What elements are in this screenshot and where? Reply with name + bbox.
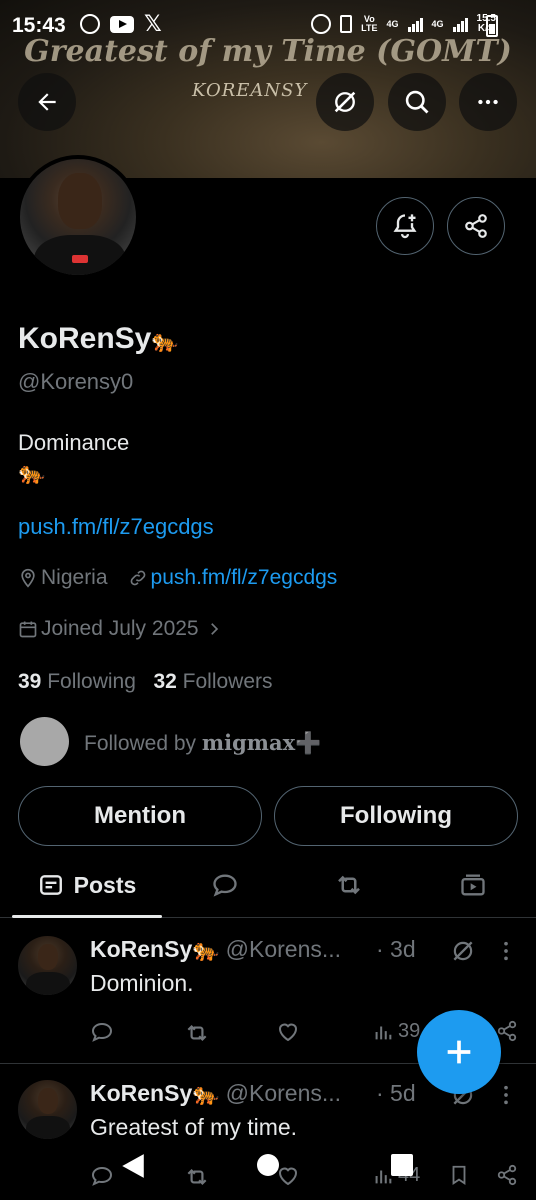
system-nav-bar [0, 1140, 536, 1200]
repost-icon [338, 875, 360, 895]
followers-link[interactable]: 32 Followers [153, 670, 272, 693]
bio-link[interactable]: push.fm/fl/z7egcdgs [18, 514, 214, 540]
nav-home-icon[interactable] [257, 1154, 279, 1176]
profile-avatar[interactable] [16, 155, 140, 279]
plus-icon [447, 1040, 471, 1064]
post-author-handle: @Korens... [225, 936, 342, 962]
profile-meta-row: Nigeria push.fm/fl/z7egcdgs [18, 566, 337, 590]
plus-emoji: ➕ [295, 732, 322, 755]
bio-emoji: 🐅 [18, 460, 46, 485]
grok-button[interactable] [316, 73, 374, 131]
post-header: KoRenSy🐅 @Korens... [90, 936, 342, 962]
nav-recents-icon[interactable] [391, 1154, 413, 1176]
status-system-icons: Vo LTE 4G 4G 15.5 K/S [311, 14, 496, 34]
notify-button[interactable] [376, 197, 434, 255]
views-icon [375, 1026, 392, 1039]
nav-back-icon[interactable] [120, 1152, 146, 1180]
signal-icon [407, 16, 423, 32]
followed-by-text[interactable]: Followed by migmax➕ [84, 730, 321, 756]
followed-by-avatar[interactable] [20, 717, 69, 766]
bell-plus-icon [393, 214, 417, 239]
repost-icon [187, 1024, 207, 1042]
banner-subtitle: KOREANSY [192, 80, 308, 101]
post-author-name: KoRenSy [90, 936, 193, 962]
more-vertical-icon[interactable] [498, 940, 514, 962]
post-text: Greatest of my time. [90, 1114, 298, 1140]
share-button[interactable] [496, 1020, 518, 1042]
tab-posts-label: Posts [73, 871, 137, 898]
avatar-shirt-logo [72, 255, 88, 263]
battery-icon [486, 15, 498, 37]
more-vertical-icon[interactable] [498, 1084, 514, 1106]
post-avatar[interactable] [18, 936, 77, 995]
vibrate-icon [340, 15, 353, 33]
bio-text: Dominance [18, 430, 130, 455]
reply-bubble-icon [213, 874, 237, 897]
grok-icon[interactable] [450, 938, 476, 964]
posts-icon [39, 875, 62, 895]
share-icon [465, 214, 487, 238]
profile-website-link[interactable]: push.fm/fl/z7egcdgs [151, 566, 338, 590]
network-type-1: 4G [386, 18, 399, 29]
chevron-right-icon [210, 623, 218, 635]
search-button[interactable] [388, 73, 446, 131]
compose-post-button[interactable] [417, 1010, 501, 1094]
alarm-icon [311, 14, 332, 34]
more-horizontal-icon [478, 99, 498, 105]
following-link[interactable]: 39 Following [18, 670, 136, 693]
more-button[interactable] [459, 73, 517, 131]
avatar-face [58, 173, 102, 229]
x-icon: 𝕏 [144, 11, 162, 36]
status-time: 15:43 [12, 14, 66, 37]
like-button[interactable] [276, 1020, 300, 1044]
share-icon [497, 1020, 517, 1042]
post-author-name: KoRenSy [90, 1080, 193, 1106]
views-button[interactable]: 39 [372, 1020, 420, 1043]
profile-bio: Dominance 🐅 [18, 428, 129, 488]
post-time: · 5d [376, 1080, 416, 1106]
location-pin-icon [21, 568, 35, 588]
profile-joined: Joined July 2025 [41, 617, 199, 640]
post-time: · 3d [376, 936, 416, 962]
reply-button[interactable] [90, 1020, 114, 1044]
profile-joined-row[interactable]: Joined July 2025 [18, 617, 223, 641]
video-icon [461, 874, 485, 896]
tab-reposts[interactable] [324, 852, 374, 918]
post-header: KoRenSy🐅 @Korens... [90, 1080, 342, 1106]
tab-replies[interactable] [200, 852, 250, 918]
mention-button[interactable]: Mention [18, 786, 262, 846]
tiger-emoji: 🐅 [151, 328, 179, 353]
followed-by-name: migmax [201, 730, 296, 755]
repost-button[interactable] [184, 1020, 210, 1046]
volte-label: Vo LTE [361, 14, 378, 33]
follow-counts: 39 Following 32 Followers [18, 670, 273, 694]
link-icon [130, 570, 145, 586]
share-profile-button[interactable] [447, 197, 505, 255]
signal-icon-2 [452, 16, 468, 32]
profile-location: Nigeria [41, 566, 108, 589]
status-bar: 15:43 𝕏 Vo LTE 4G 4G 15.5 K/S [0, 0, 536, 44]
calendar-icon [19, 621, 37, 638]
profile-handle: @Korensy0 [18, 369, 134, 394]
tab-posts[interactable]: Posts [12, 852, 162, 918]
heart-icon [278, 1023, 298, 1042]
post-avatar[interactable] [18, 1080, 77, 1139]
tab-videos[interactable] [448, 852, 498, 918]
views-count: 39 [398, 1020, 421, 1042]
status-app-icons: 𝕏 [80, 11, 162, 36]
post-author-handle: @Korens... [225, 1080, 342, 1106]
arrow-left-icon [38, 93, 56, 111]
grok-icon [334, 91, 356, 113]
search-icon [405, 90, 429, 114]
whatsapp-icon [80, 14, 100, 34]
youtube-icon [110, 15, 134, 33]
following-button[interactable]: Following [274, 786, 518, 846]
post-text: Dominion. [90, 970, 194, 996]
network-type-2: 4G [431, 18, 444, 29]
profile-name: KoRenSy🐅 [18, 322, 179, 355]
reply-icon [91, 1022, 113, 1042]
back-button[interactable] [18, 73, 76, 131]
profile-tabs: Posts [0, 852, 536, 918]
